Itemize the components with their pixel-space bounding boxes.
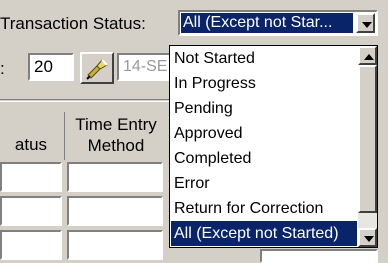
transaction-status-dropdown-button[interactable] [356,13,375,33]
dropdown-option[interactable]: In Progress [171,71,357,96]
dropdown-option[interactable]: Completed [171,146,357,171]
time-entry-header-line2: Method [87,136,145,155]
dropdown-option[interactable]: Error [171,171,357,196]
dropdown-option-selected[interactable]: All (Except not Started) [171,221,357,246]
column-header-time-entry[interactable]: Time Entry Method [66,114,166,156]
row2-label: : [0,59,5,78]
dropdown-option[interactable]: Approved [171,121,357,146]
lookup-button[interactable] [80,52,114,84]
grid-top-highlight [0,101,170,102]
scrollbar-thumb[interactable] [358,65,377,213]
transaction-status-combobox[interactable]: All (Except not Star... [178,10,378,36]
column-divider [64,112,65,160]
grid-cell[interactable] [67,196,163,226]
grid-cell[interactable] [260,249,378,263]
scroll-down-arrow-icon [364,236,374,242]
dropdown-option[interactable]: Return for Correction [171,196,357,221]
grid-cell[interactable] [0,196,62,226]
time-entry-header-line1: Time Entry [75,115,157,134]
flashlight-icon [86,59,108,80]
column-header-status[interactable]: atus [2,134,60,155]
grid-cell[interactable] [0,162,62,192]
dropdown-option[interactable]: Not Started [171,46,357,71]
scroll-down-button[interactable] [358,228,377,247]
grid-top-border [0,99,170,100]
dropdown-scrollbar[interactable] [358,46,377,247]
scroll-up-arrow-icon [364,54,374,60]
transaction-status-label: Transaction Status: [0,14,146,33]
grid-cell[interactable] [0,230,62,260]
grid-cell[interactable] [67,162,163,192]
grid-cell[interactable] [67,230,163,260]
transaction-status-selected-value: All (Except not Star... [181,13,353,33]
dropdown-option[interactable]: Pending [171,96,357,121]
chevron-down-icon [362,22,372,28]
transaction-status-dropdown-list[interactable]: Not Started In Progress Pending Approved… [169,45,378,248]
scroll-up-button[interactable] [358,46,377,65]
number-input[interactable]: 20 [28,53,74,81]
